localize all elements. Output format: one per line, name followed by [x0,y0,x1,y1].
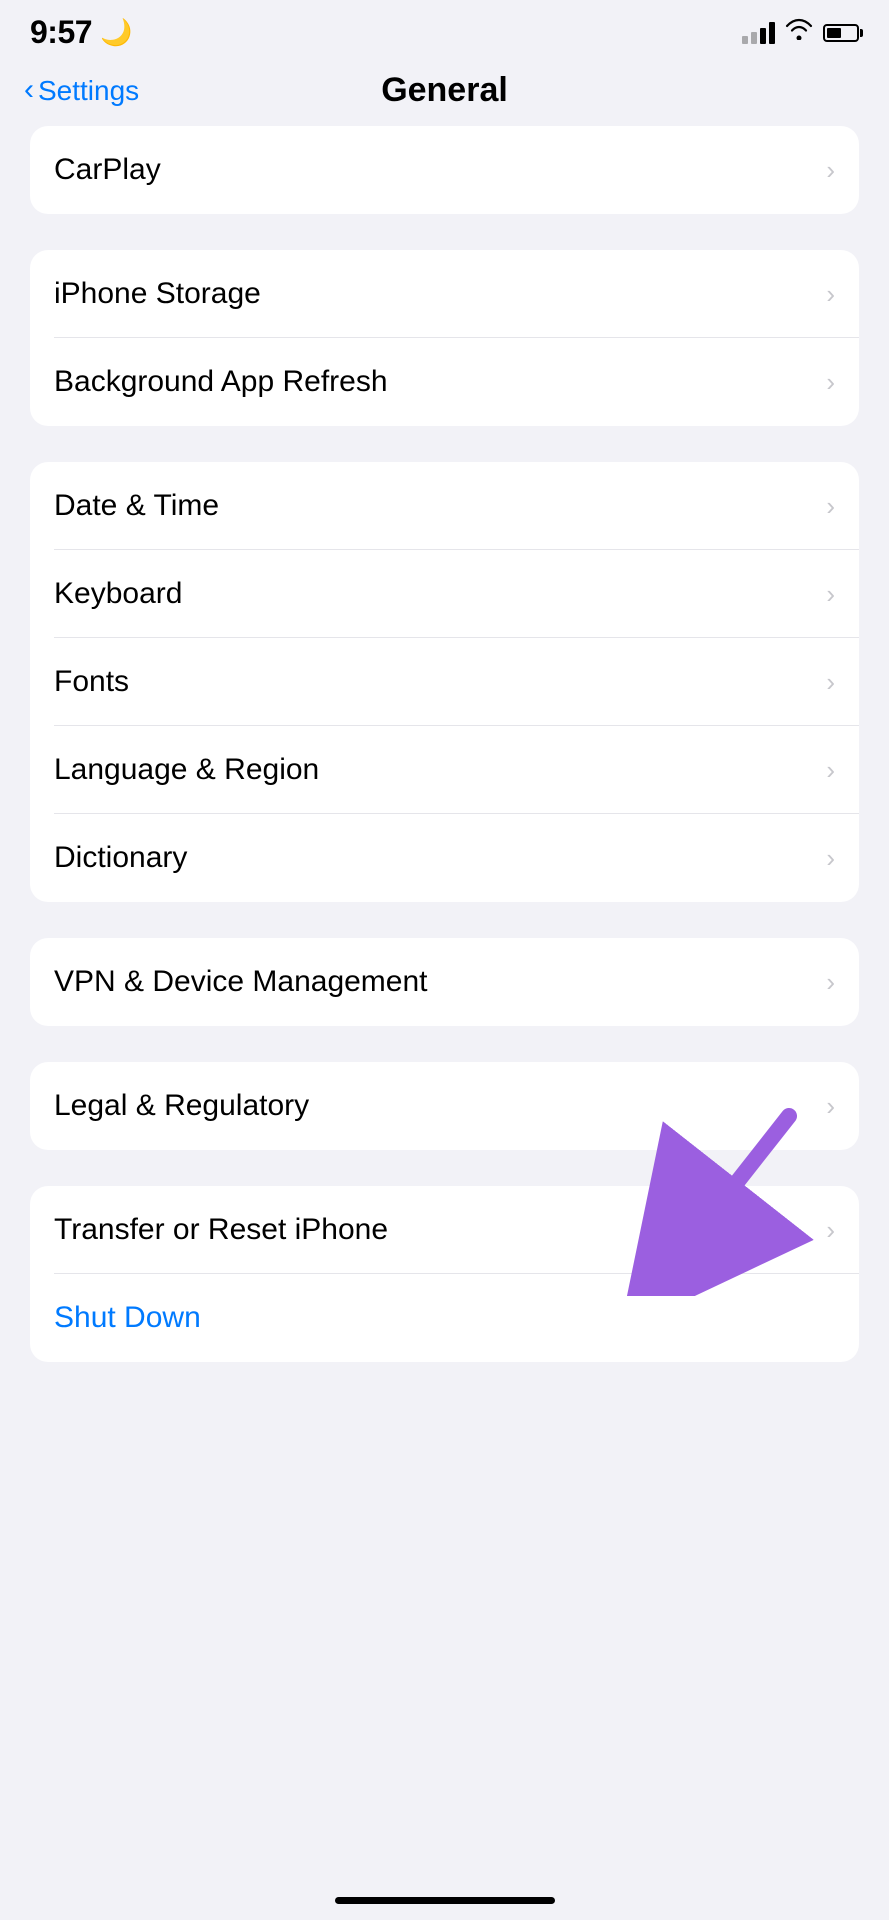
date-time-label: Date & Time [54,489,219,523]
content-area: CarPlay › iPhone Storage › Background Ap… [0,126,889,1362]
fonts-label: Fonts [54,665,129,699]
list-item[interactable]: VPN & Device Management › [30,938,859,1026]
legal-section: Legal & Regulatory › [30,1062,859,1150]
back-button[interactable]: ‹ Settings [24,75,139,107]
chevron-right-icon: › [826,1215,835,1246]
list-item[interactable]: Background App Refresh › [30,338,859,426]
list-item[interactable]: Date & Time › [30,462,859,550]
list-item[interactable]: Keyboard › [30,550,859,638]
keyboard-label: Keyboard [54,577,182,611]
vpn-label: VPN & Device Management [54,965,428,999]
back-chevron-icon: ‹ [24,75,34,105]
status-bar: 9:57 🌙 [0,0,889,61]
language-section: Date & Time › Keyboard › Fonts › Languag… [30,462,859,902]
list-item[interactable]: Legal & Regulatory › [30,1062,859,1150]
vpn-section: VPN & Device Management › [30,938,859,1026]
chevron-right-icon: › [826,279,835,310]
transfer-reset-section: Transfer or Reset iPhone › Shut Down [30,1186,859,1362]
list-item[interactable]: Fonts › [30,638,859,726]
list-item[interactable]: iPhone Storage › [30,250,859,338]
bottom-area: Transfer or Reset iPhone › Shut Down [30,1186,859,1362]
back-label: Settings [38,75,139,107]
moon-icon: 🌙 [100,17,132,48]
chevron-right-icon: › [826,843,835,874]
page-title: General [381,71,508,110]
home-indicator [335,1897,555,1904]
chevron-right-icon: › [826,155,835,186]
status-time: 9:57 [30,14,92,51]
shutdown-label: Shut Down [54,1301,201,1335]
list-item[interactable]: CarPlay › [30,126,859,214]
battery-icon [823,24,859,42]
transfer-reset-label: Transfer or Reset iPhone [54,1213,388,1247]
chevron-right-icon: › [826,667,835,698]
chevron-right-icon: › [826,1091,835,1122]
storage-section: iPhone Storage › Background App Refresh … [30,250,859,426]
chevron-right-icon: › [826,967,835,998]
background-refresh-label: Background App Refresh [54,365,388,399]
chevron-right-icon: › [826,491,835,522]
chevron-right-icon: › [826,755,835,786]
carplay-label: CarPlay [54,153,161,187]
wifi-icon [785,18,813,47]
dictionary-label: Dictionary [54,841,187,875]
list-item[interactable]: Dictionary › [30,814,859,902]
legal-label: Legal & Regulatory [54,1089,309,1123]
chevron-right-icon: › [826,367,835,398]
nav-bar: ‹ Settings General [0,61,889,126]
carplay-section: CarPlay › [30,126,859,214]
list-item[interactable]: Shut Down [30,1274,859,1362]
chevron-right-icon: › [826,579,835,610]
list-item[interactable]: Language & Region › [30,726,859,814]
iphone-storage-label: iPhone Storage [54,277,261,311]
signal-icon [742,22,775,44]
list-item[interactable]: Transfer or Reset iPhone › [30,1186,859,1274]
status-icons [742,18,859,47]
language-region-label: Language & Region [54,753,319,787]
